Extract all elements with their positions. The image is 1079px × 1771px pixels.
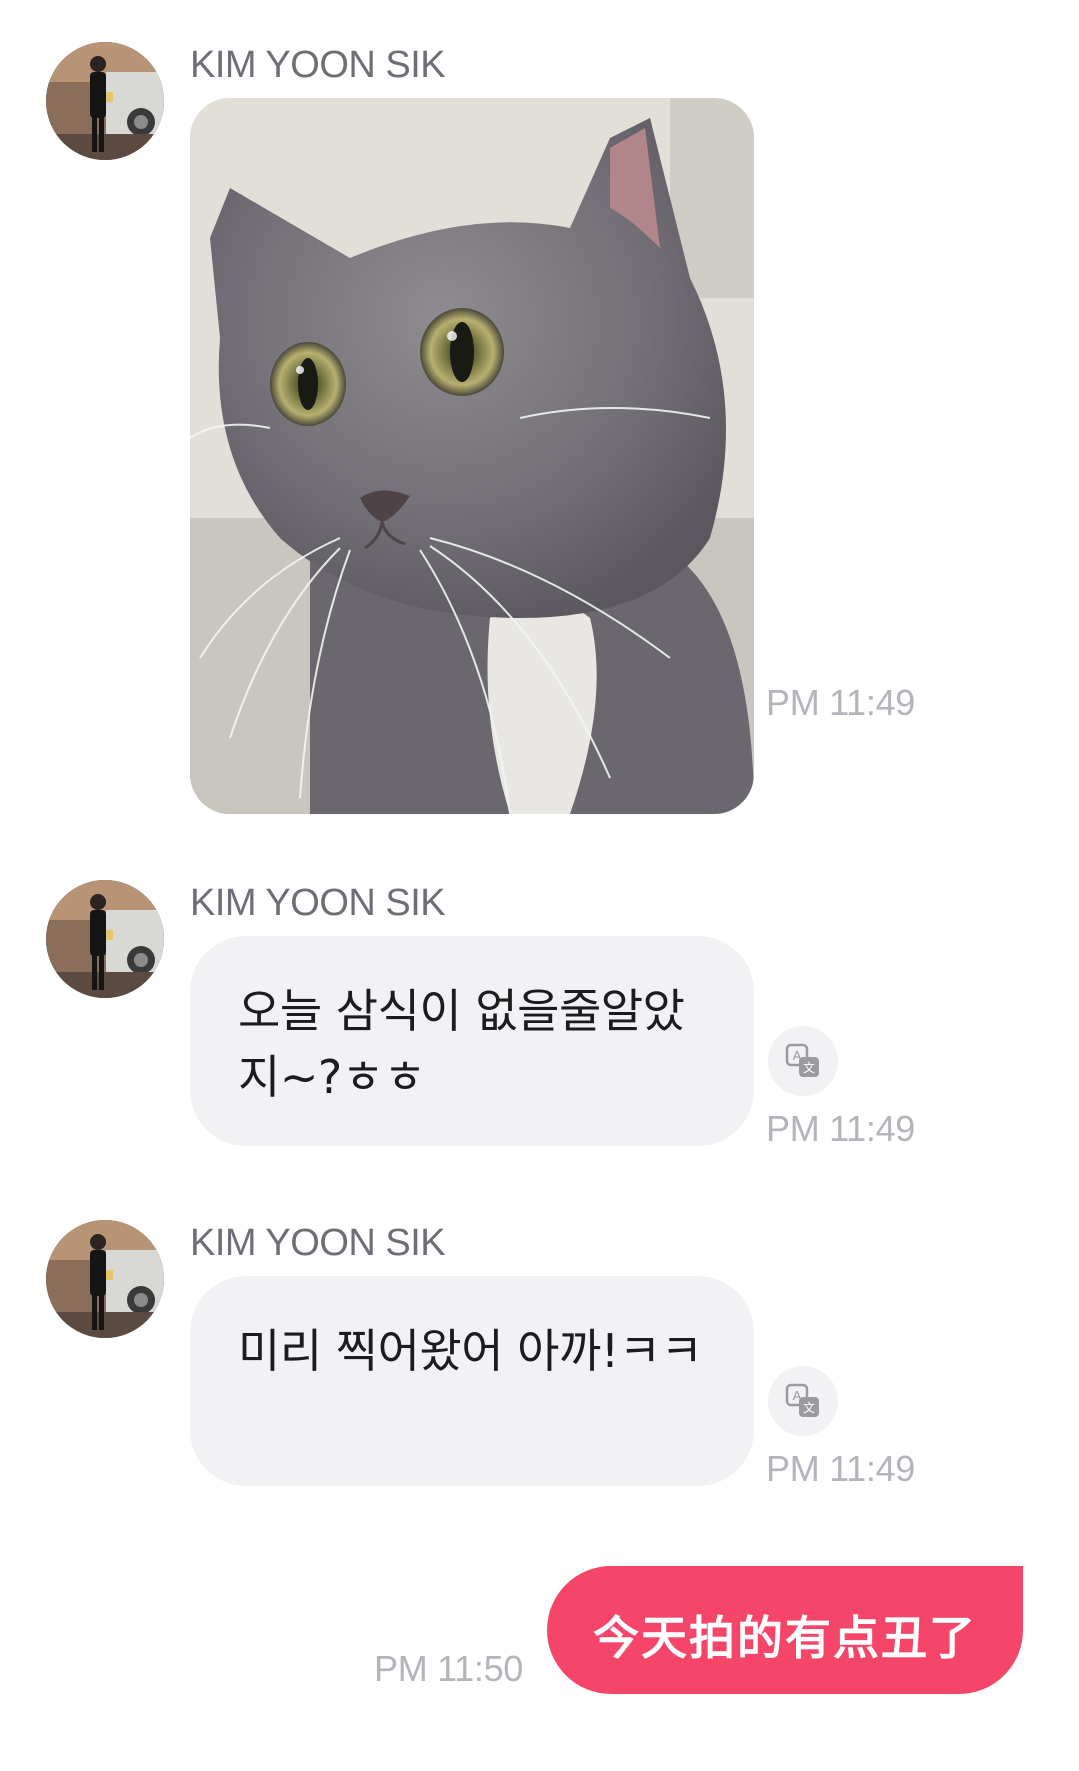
cat-photo[interactable]: [190, 98, 754, 814]
message-text: 미리 찍어왔어 아까!ㅋㅋ: [238, 1324, 703, 1378]
avatar[interactable]: [46, 42, 164, 160]
translate-button[interactable]: A 文: [768, 1366, 838, 1436]
message-row-text: KIM YOON SIK 오늘 삼식이 없을줄알았지~?ㅎㅎ A 文 PM 11…: [0, 880, 1079, 1160]
timestamp: PM 11:49: [766, 682, 916, 723]
message-text: 오늘 삼식이 없을줄알았지~?ㅎㅎ: [238, 984, 685, 1104]
outgoing-message-text: 今天拍的有点丑了: [593, 1611, 977, 1665]
timestamp: PM 11:49: [766, 1448, 916, 1489]
message-row-photo: KIM YOON SIK PM 11:49: [0, 42, 1079, 822]
svg-text:文: 文: [803, 1400, 815, 1415]
sender-name: KIM YOON SIK: [190, 1222, 446, 1264]
outgoing-message-bubble[interactable]: 今天拍的有点丑了: [547, 1566, 1023, 1694]
translate-icon: A 文: [785, 1043, 819, 1077]
svg-text:文: 文: [803, 1060, 815, 1075]
sender-name: KIM YOON SIK: [190, 44, 446, 86]
avatar[interactable]: [46, 880, 164, 998]
message-row-text: KIM YOON SIK 미리 찍어왔어 아까!ㅋㅋ A 文 PM 11:49: [0, 1220, 1079, 1500]
message-bubble[interactable]: 미리 찍어왔어 아까!ㅋㅋ: [190, 1276, 754, 1486]
outgoing-timestamp: PM 11:50: [374, 1648, 524, 1689]
avatar[interactable]: [46, 1220, 164, 1338]
message-bubble[interactable]: 오늘 삼식이 없을줄알았지~?ㅎㅎ: [190, 936, 754, 1146]
chat-thread: KIM YOON SIK PM 11:49 KIM YOON SIK 오늘 삼식…: [0, 0, 1079, 1771]
timestamp: PM 11:49: [766, 1108, 916, 1149]
translate-icon: A 文: [785, 1383, 819, 1417]
sender-name: KIM YOON SIK: [190, 882, 446, 924]
translate-button[interactable]: A 文: [768, 1026, 838, 1096]
